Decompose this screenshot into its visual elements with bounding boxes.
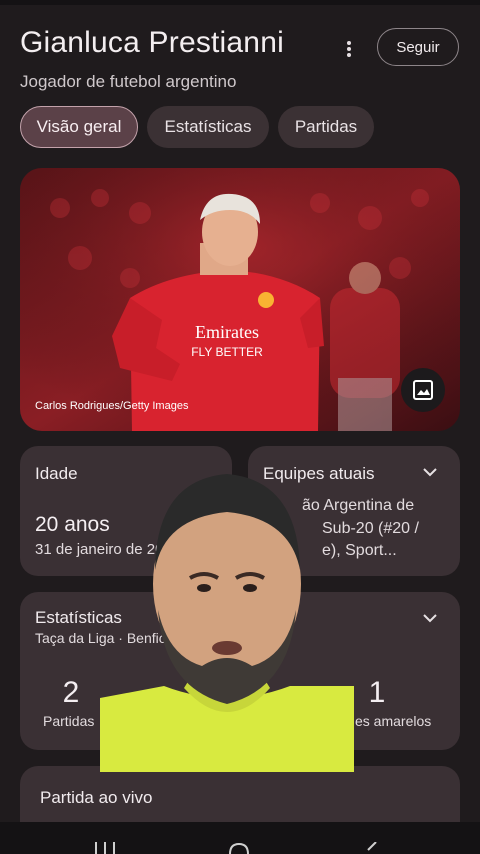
image-credit: Carlos Rodrigues/Getty Images [35,400,189,412]
yellow-cards-count: 1 [368,676,386,709]
jersey-tagline: FLY BETTER [191,345,263,359]
matches-count: 2 [62,676,80,709]
home-icon[interactable] [227,842,251,854]
live-match-label: Partida ao vivo [40,788,153,807]
back-icon[interactable] [364,842,380,854]
age-value: 20 anos [35,513,110,536]
webcam-overlay [100,460,354,772]
image-icon [413,380,433,400]
page-title: Gianluca Prestianni [20,26,284,59]
player-photo-image: Emirates FLY BETTER [20,168,460,431]
system-navigation-bar [0,822,480,854]
chevron-down-icon [423,468,437,477]
recent-apps-icon[interactable] [92,842,118,854]
yellow-cards-label: es amarelos [355,713,432,729]
image-gallery-button[interactable] [401,368,445,412]
tab-overview[interactable]: Visão geral [20,106,138,148]
more-options-button[interactable] [336,36,362,62]
follow-button[interactable]: Seguir [377,28,459,66]
tab-matches[interactable]: Partidas [278,106,374,148]
tab-statistics[interactable]: Estatísticas [147,106,269,148]
matches-label: Partidas [43,713,95,729]
chevron-down-icon [423,614,437,623]
webcam-person-image [100,474,354,772]
status-bar [0,0,480,5]
age-label: Idade [35,464,78,483]
more-vert-icon [347,41,351,57]
page-subtitle: Jogador de futebol argentino [20,72,237,91]
jersey-sponsor: Emirates [195,322,259,342]
player-photo[interactable]: Emirates FLY BETTER Carlos Rodrigues/Get… [20,168,460,431]
